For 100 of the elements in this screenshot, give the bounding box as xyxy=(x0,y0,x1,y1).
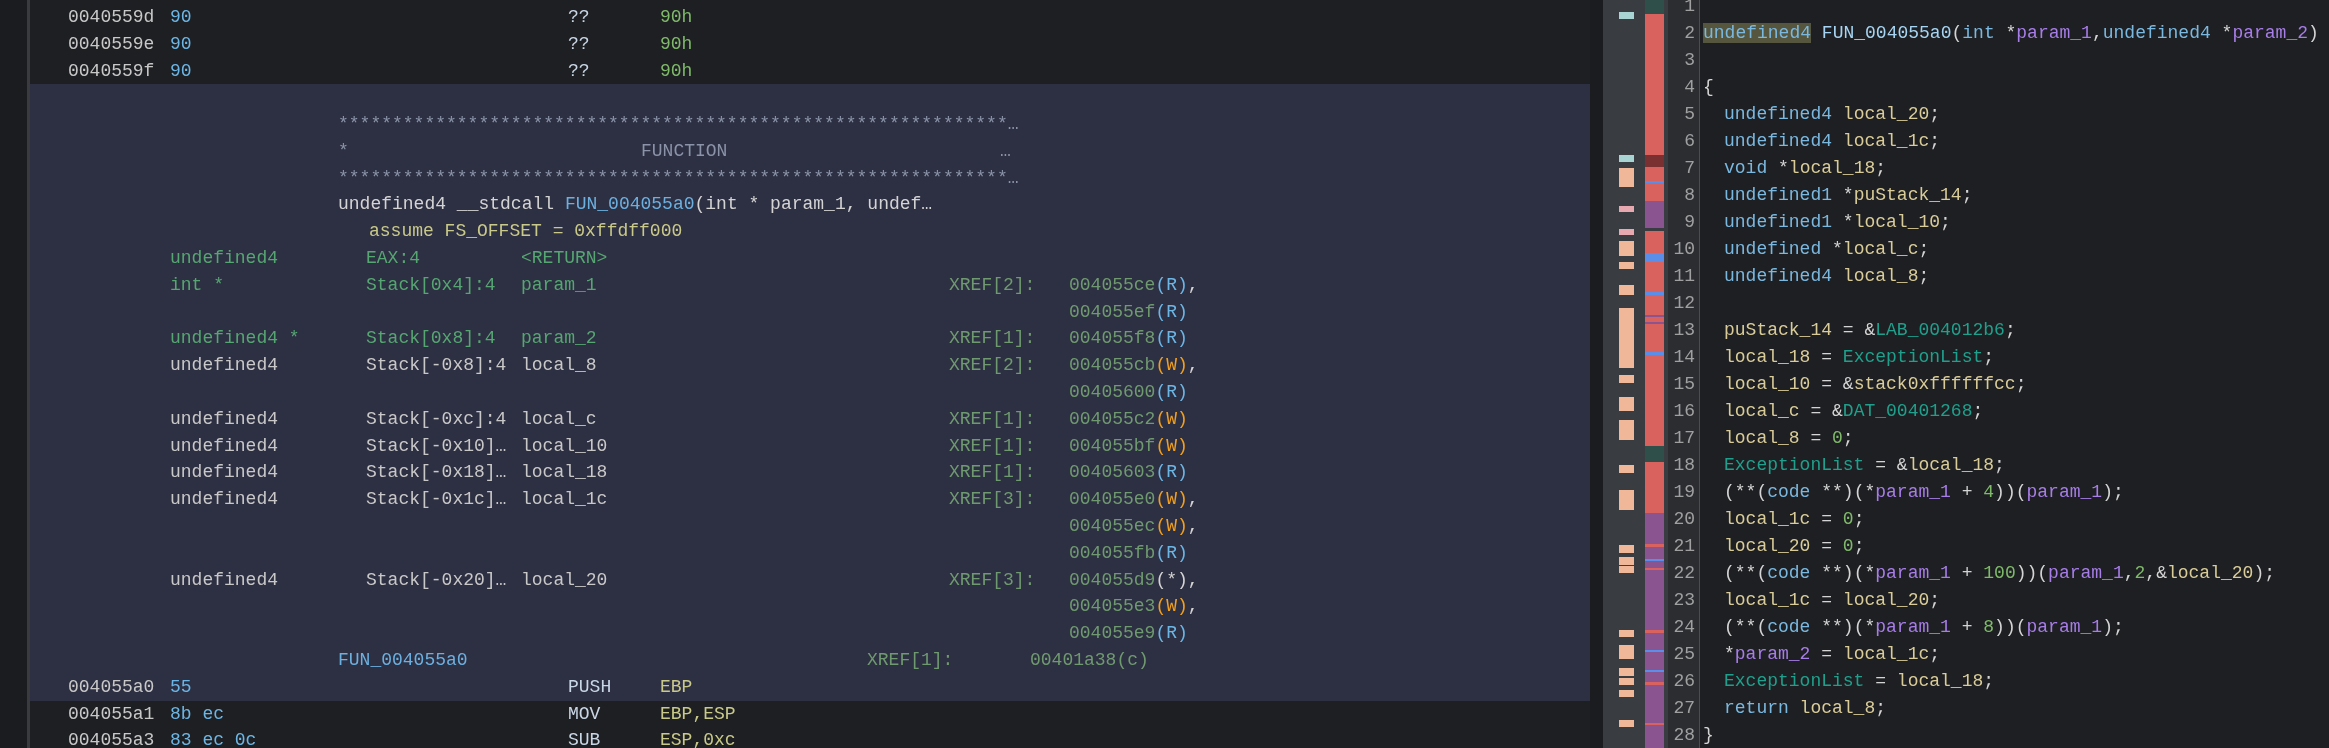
function-label: FUN_004055a0 xyxy=(338,650,468,671)
variable-name: local_1c xyxy=(521,489,608,510)
mnemonic-text: ?? xyxy=(568,60,590,81)
operand-text: 90h xyxy=(660,5,693,29)
line-number: 23 xyxy=(1673,589,1695,612)
code-line: local_c = &DAT_00401268; xyxy=(1724,400,1984,423)
code-line: puStack_14 = &LAB_004012b6; xyxy=(1724,319,2016,342)
variable-name: local_c xyxy=(521,408,597,429)
xref-entry[interactable]: 004055e3(W), xyxy=(1069,593,1199,621)
banner-text: **************************************************************… xyxy=(338,166,1019,190)
code-line: local_10 = &stack0xffffffcc; xyxy=(1724,373,2027,396)
variable-storage: EAX:4 xyxy=(366,248,420,269)
variable-name: local_20 xyxy=(521,569,608,590)
banner-text: … xyxy=(1000,139,1011,163)
line-number: 15 xyxy=(1673,373,1695,396)
code-line: return local_8; xyxy=(1724,697,1887,720)
line-number: 5 xyxy=(1684,103,1695,126)
code-line: ExceptionList = &local_18; xyxy=(1724,454,2005,477)
code-line: local_8 = 0; xyxy=(1724,427,1854,450)
xref-label: XREF[1]: xyxy=(949,462,1036,483)
line-number: 26 xyxy=(1673,670,1695,693)
code-line: undefined1 *puStack_14; xyxy=(1724,184,1973,207)
xref-entry[interactable]: 00405600(R) xyxy=(1069,379,1188,407)
xref-entry[interactable]: 00405603(R) xyxy=(1069,459,1188,487)
address-text: 0040559f xyxy=(68,60,155,81)
bytes-text: 83 ec 0c xyxy=(170,730,257,748)
bytes-text: 90 xyxy=(170,6,192,27)
code-line: local_18 = ExceptionList; xyxy=(1724,346,1995,369)
xref-entry[interactable]: 004055e9(R) xyxy=(1069,620,1188,648)
mnemonic-text: ?? xyxy=(568,33,590,54)
variable-type: undefined4 xyxy=(170,569,279,590)
variable-storage: Stack[-0x18]… xyxy=(366,462,507,483)
variable-storage: Stack[0x4]:4 xyxy=(366,274,496,295)
xref-label: XREF[1]: xyxy=(949,408,1036,429)
operand-text: 90h xyxy=(660,32,693,56)
code-line: *param_2 = local_1c; xyxy=(1724,643,1941,666)
variable-storage: Stack[-0x8]:4 xyxy=(366,355,507,376)
operand-text: EBP xyxy=(660,675,693,699)
xref-entry[interactable]: 004055f8(R) xyxy=(1069,325,1188,353)
code-line: } xyxy=(1703,724,1714,747)
line-number: 21 xyxy=(1673,535,1695,558)
line-number: 10 xyxy=(1673,238,1695,261)
xref-label: XREF[1]: xyxy=(867,650,954,671)
xref-entry[interactable]: 004055e0(W), xyxy=(1069,486,1199,514)
line-number: 3 xyxy=(1684,49,1695,72)
code-line: (**(code **)(*param_1 + 8))(param_1); xyxy=(1724,616,2124,639)
variable-storage: Stack[-0x20]… xyxy=(366,569,507,590)
assume-text: assume FS_OFFSET = 0xffdff000 xyxy=(369,220,683,244)
banner-text: * xyxy=(338,140,349,161)
line-number: 2 xyxy=(1684,22,1695,45)
xref-entry[interactable]: 004055ef(R) xyxy=(1069,298,1188,326)
line-number: 8 xyxy=(1684,184,1695,207)
code-line: local_1c = 0; xyxy=(1724,508,1865,531)
line-number: 28 xyxy=(1673,724,1695,747)
code-line: undefined4 local_8; xyxy=(1724,265,1930,288)
code-line: undefined4 local_1c; xyxy=(1724,130,1941,153)
mnemonic-text: PUSH xyxy=(568,676,612,697)
xref-entry[interactable]: 004055ce(R), xyxy=(1069,271,1199,299)
banner-text: **************************************************************… xyxy=(338,113,1019,137)
xref-entry[interactable]: 004055cb(W), xyxy=(1069,352,1199,380)
bytes-text: 55 xyxy=(170,676,192,697)
address-text: 004055a1 xyxy=(68,703,155,724)
line-number: 6 xyxy=(1684,130,1695,153)
address-text: 0040559d xyxy=(68,6,155,27)
xref-entry[interactable]: 00401a38(c) xyxy=(1030,647,1149,675)
variable-type: undefined4 xyxy=(170,355,279,376)
mnemonic-text: MOV xyxy=(568,703,601,724)
line-number: 17 xyxy=(1673,427,1695,450)
code-line: ExceptionList = local_18; xyxy=(1724,670,1995,693)
line-number: 4 xyxy=(1684,76,1695,99)
variable-name: param_2 xyxy=(521,328,597,349)
line-number: 25 xyxy=(1673,643,1695,666)
code-line: local_1c = local_20; xyxy=(1724,589,1941,612)
variable-type: undefined4 xyxy=(170,435,279,456)
line-number: 22 xyxy=(1673,562,1695,585)
xref-label: XREF[1]: xyxy=(949,435,1036,456)
mnemonic-text: SUB xyxy=(568,730,601,748)
line-number: 20 xyxy=(1673,508,1695,531)
xref-entry[interactable]: 004055ec(W), xyxy=(1069,513,1199,541)
line-number: 11 xyxy=(1673,265,1695,288)
line-number: 16 xyxy=(1673,400,1695,423)
operand-text: ESP,0xc xyxy=(660,729,736,748)
line-number: 27 xyxy=(1673,697,1695,720)
variable-type: undefined4 xyxy=(170,408,279,429)
code-line: void *local_18; xyxy=(1724,157,1887,180)
operand-text: EBP,ESP xyxy=(660,702,736,726)
operand-text: 90h xyxy=(660,59,693,83)
line-number: 12 xyxy=(1673,292,1695,315)
xref-entry[interactable]: 004055d9(*), xyxy=(1069,566,1199,594)
variable-storage: Stack[-0x10]… xyxy=(366,435,507,456)
code-line: (**(code **)(*param_1 + 4))(param_1); xyxy=(1724,481,2124,504)
xref-entry[interactable]: 004055fb(R) xyxy=(1069,539,1188,567)
address-text: 004055a3 xyxy=(68,730,155,748)
code-line: undefined4 local_20; xyxy=(1724,103,1941,126)
xref-entry[interactable]: 004055c2(W) xyxy=(1069,405,1188,433)
code-line: undefined1 *local_10; xyxy=(1724,211,1951,234)
xref-entry[interactable]: 004055bf(W) xyxy=(1069,432,1188,460)
bytes-text: 8b ec xyxy=(170,703,224,724)
mnemonic-text: ?? xyxy=(568,6,590,27)
variable-storage: Stack[0x8]:4 xyxy=(366,328,496,349)
